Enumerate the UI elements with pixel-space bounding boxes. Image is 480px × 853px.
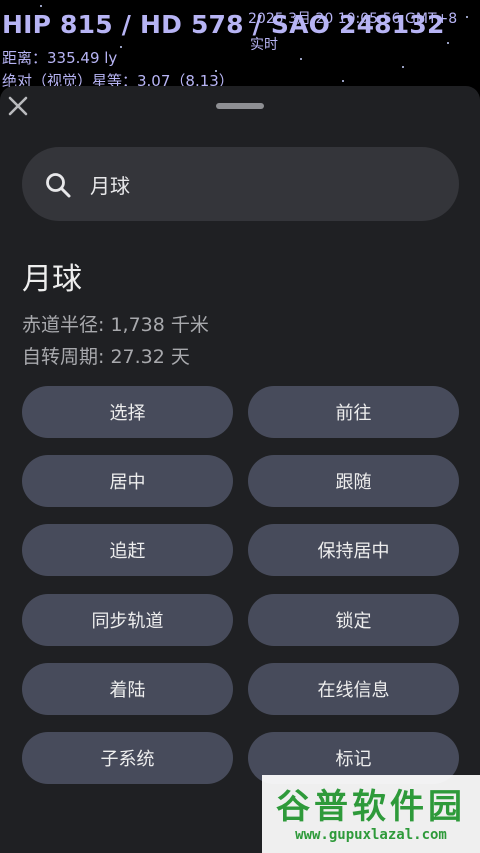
follow-button[interactable]: 跟随: [248, 455, 459, 507]
watermark: 谷普软件园 www.gupuxlazal.com: [262, 775, 480, 853]
chase-button[interactable]: 追赶: [22, 524, 233, 576]
object-info-sheet: 月球 赤道半径: 1,738 千米 自转周期: 27.32 天 选择 前往 居中…: [0, 86, 480, 853]
watermark-text: 谷普软件园: [276, 787, 466, 827]
object-name: 月球: [22, 262, 82, 297]
search-icon: [46, 173, 71, 198]
distance-text: 距离：335.49 ly: [2, 49, 118, 67]
equatorial-radius: 赤道半径: 1,738 千米: [22, 314, 209, 336]
watermark-url: www.gupuxlazal.com: [295, 827, 447, 843]
track-center-button[interactable]: 保持居中: [248, 524, 459, 576]
datetime-display[interactable]: 2025 3月 20 10:05:56 GMT+8: [248, 8, 457, 28]
select-button[interactable]: 选择: [22, 386, 233, 438]
center-button[interactable]: 居中: [22, 455, 233, 507]
drag-handle[interactable]: [216, 103, 264, 109]
sync-orbit-button[interactable]: 同步轨道: [22, 594, 233, 646]
search-input[interactable]: [90, 147, 430, 221]
search-bar[interactable]: [22, 147, 459, 221]
land-button[interactable]: 着陆: [22, 663, 233, 715]
subsystem-button[interactable]: 子系统: [22, 732, 233, 784]
lock-button[interactable]: 锁定: [248, 594, 459, 646]
realtime-label[interactable]: 实时: [250, 34, 278, 54]
rotation-period: 自转周期: 27.32 天: [22, 346, 190, 368]
close-button[interactable]: [4, 92, 32, 120]
goto-button[interactable]: 前往: [248, 386, 459, 438]
close-icon: [8, 96, 28, 116]
online-info-button[interactable]: 在线信息: [248, 663, 459, 715]
